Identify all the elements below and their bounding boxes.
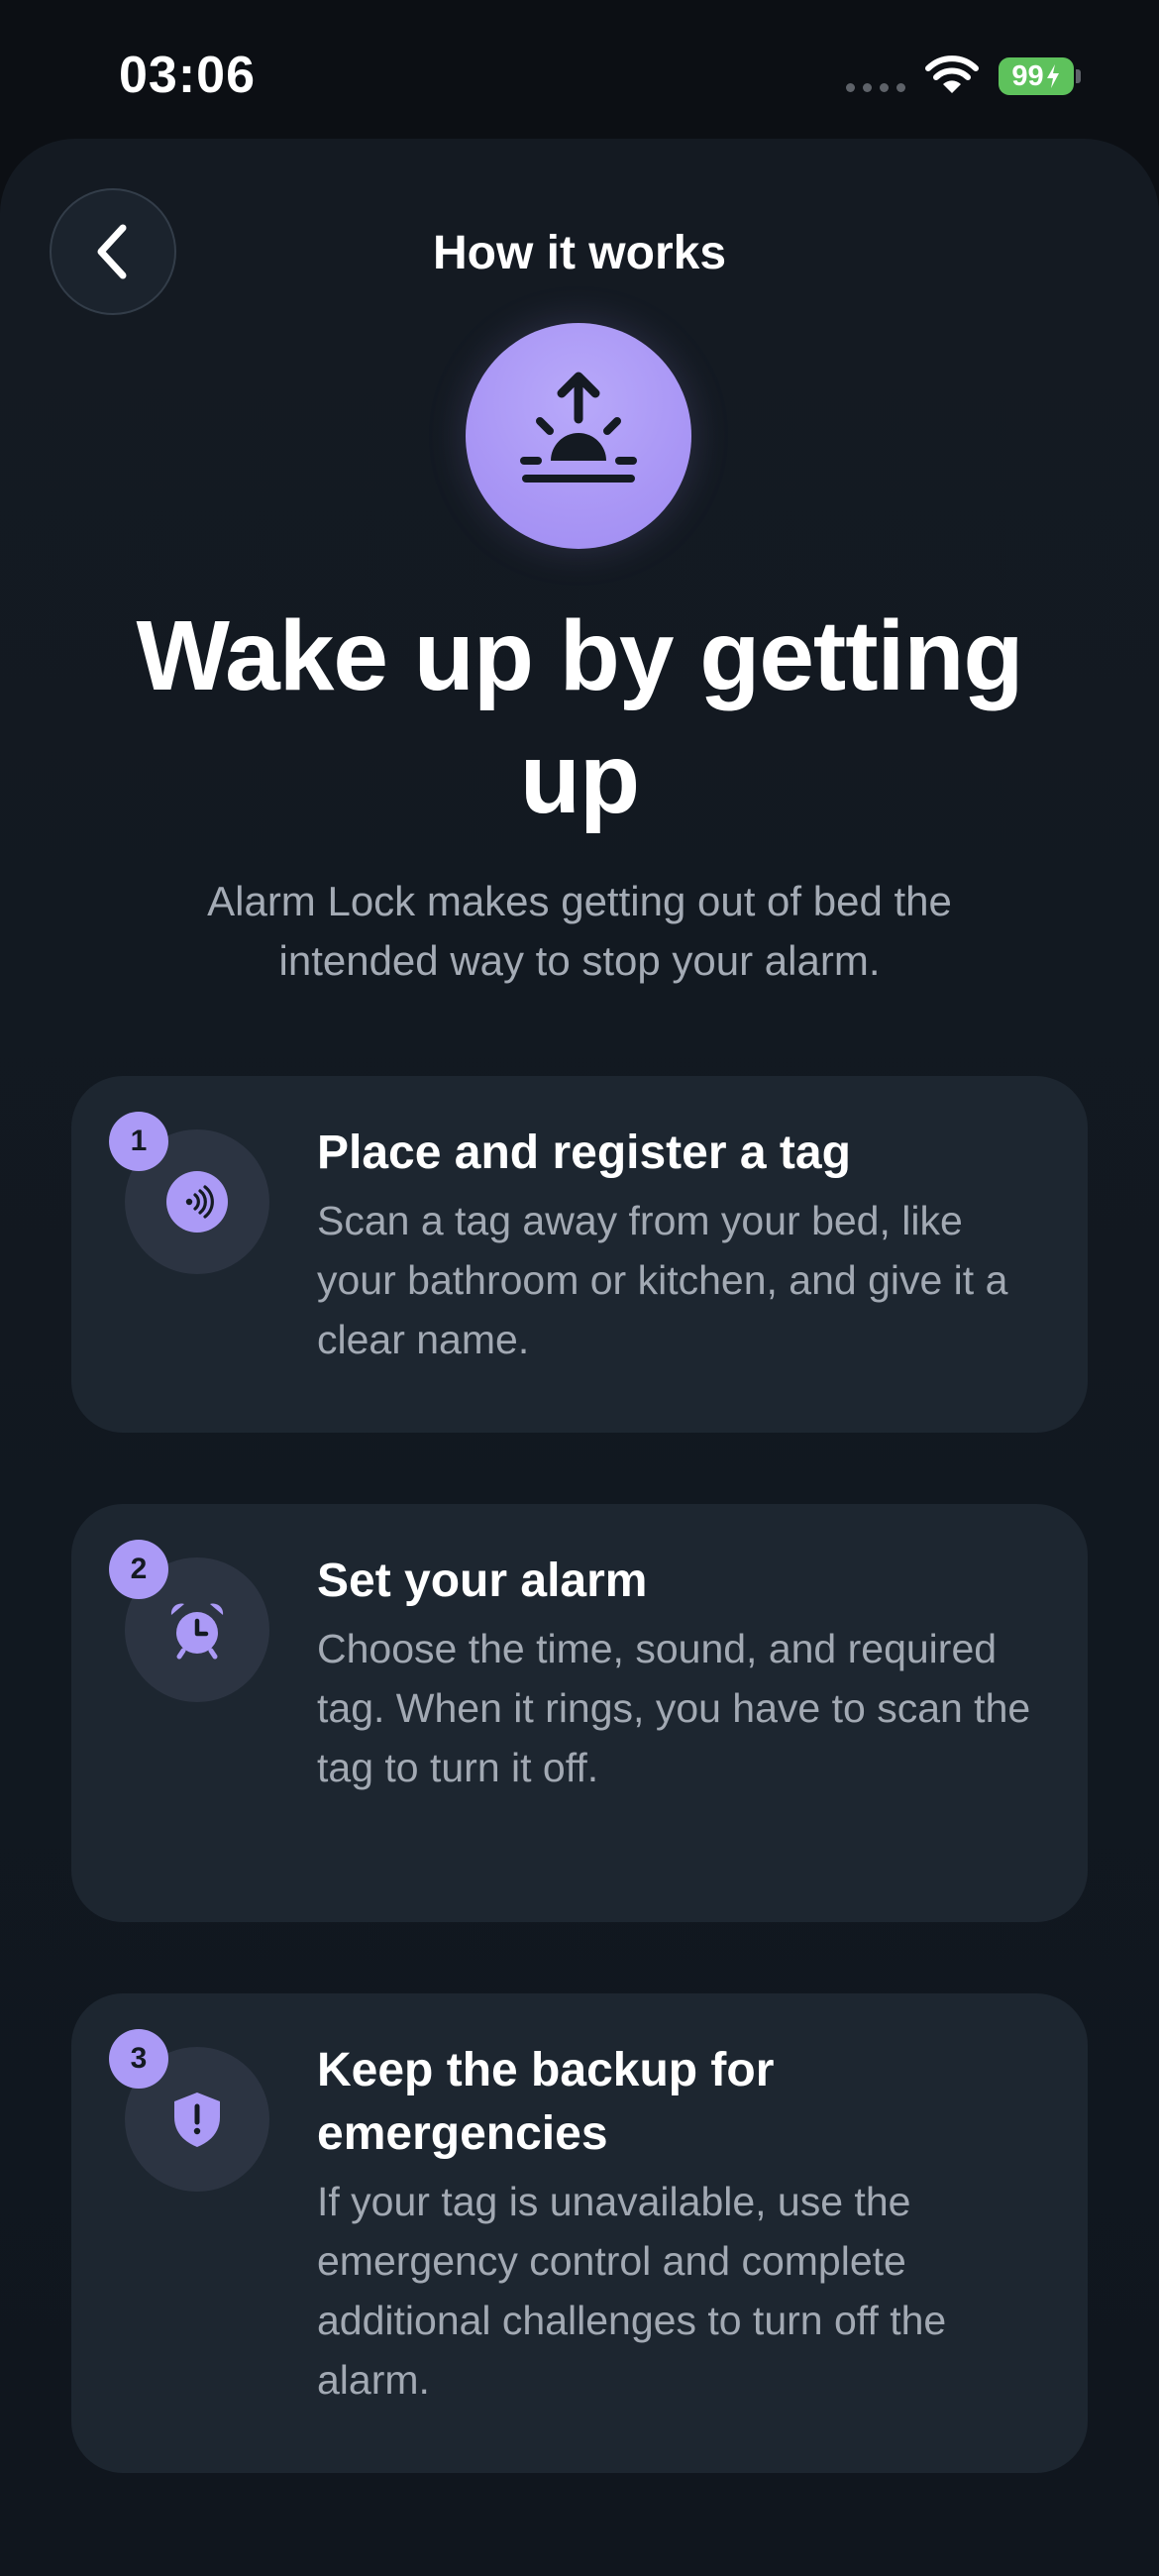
- step-description: Choose the time, sound, and required tag…: [317, 1626, 1031, 1790]
- step-number-badge: 1: [109, 1112, 168, 1171]
- battery-indicator: 99: [999, 57, 1074, 95]
- shield-alert-icon: [174, 2093, 220, 2147]
- status-time: 03:06: [119, 47, 256, 104]
- nfc-tag-icon: [185, 1185, 214, 1219]
- step-number-badge: 3: [109, 2029, 168, 2089]
- status-bar: 03:06 99: [0, 0, 1159, 139]
- hero-title: Wake up by getting up: [136, 600, 1024, 834]
- step-title: Set your alarm: [317, 1555, 648, 1607]
- step-description: Scan a tag away from your bed, like your…: [317, 1198, 1008, 1362]
- step-title: Place and register a tag: [317, 1127, 851, 1179]
- hero-icon-circle: [466, 323, 691, 549]
- wifi-icon: [925, 55, 979, 93]
- step-card-1: 1 Place and register a tag Scan a tag aw…: [71, 1076, 1088, 1433]
- page-title: How it works: [432, 227, 727, 279]
- step-card-3: 3 Keep the backup for emergencies If you…: [71, 1993, 1088, 2473]
- battery-tip: [1076, 69, 1081, 83]
- step-icon-inner: [166, 1171, 228, 1233]
- cellular-signal-icon: [846, 83, 905, 92]
- how-it-works-sheet: How it works Wake up by getting up Alarm…: [0, 139, 1159, 2576]
- step-description: If your tag is unavailable, use the emer…: [317, 2179, 947, 2403]
- step-title: Keep the backup for emergencies: [317, 2044, 775, 2160]
- alarm-clock-icon: [170, 1603, 224, 1660]
- sunrise-icon: [520, 372, 637, 483]
- step-card-2: 2 Set your alarm Choose the time, sound,…: [71, 1504, 1088, 1922]
- battery-level: 99: [1011, 59, 1044, 92]
- hero-subtitle: Alarm Lock makes getting out of bed the …: [207, 878, 952, 984]
- step-number-badge: 2: [109, 1540, 168, 1599]
- charging-bolt-icon: [1046, 64, 1059, 88]
